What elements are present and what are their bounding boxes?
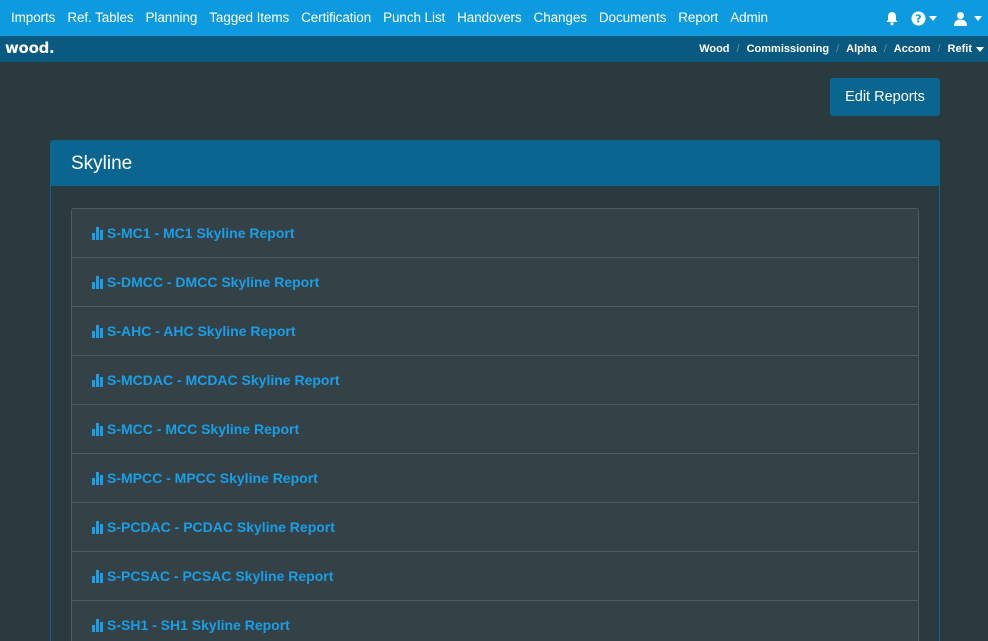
report-list: S-MC1 - MC1 Skyline Report S-DMCC - DMCC…	[71, 208, 919, 641]
breadcrumb-separator: /	[736, 43, 740, 55]
report-link[interactable]: S-PCDAC - PCDAC Skyline Report	[107, 519, 335, 535]
nav-handovers[interactable]: Handovers	[451, 0, 527, 36]
nav-admin[interactable]: Admin	[724, 0, 774, 36]
bar-chart-icon	[92, 422, 104, 436]
report-item-ahc[interactable]: S-AHC - AHC Skyline Report	[72, 307, 918, 356]
nav-documents[interactable]: Documents	[593, 0, 672, 36]
wood-logo: wood.	[5, 39, 55, 57]
skyline-panel: Skyline S-MC1 - MC1 Skyline Report S-DMC…	[50, 140, 940, 641]
bar-chart-icon	[92, 324, 104, 338]
breadcrumb-separator: /	[836, 43, 840, 55]
topnav-right-tools: ?	[873, 0, 982, 36]
breadcrumb: Wood / Commissioning / Alpha / Accom / R…	[699, 36, 984, 62]
bar-chart-icon	[92, 226, 104, 240]
bar-chart-icon	[92, 471, 104, 485]
report-item-mc1[interactable]: S-MC1 - MC1 Skyline Report	[72, 209, 918, 258]
report-link[interactable]: S-MCDAC - MCDAC Skyline Report	[107, 372, 340, 388]
report-item-sh1[interactable]: S-SH1 - SH1 Skyline Report	[72, 601, 918, 641]
nav-report[interactable]: Report	[672, 0, 724, 36]
report-link[interactable]: S-MC1 - MC1 Skyline Report	[107, 225, 294, 241]
chevron-down-icon	[929, 15, 937, 21]
breadcrumb-refit[interactable]: Refit	[948, 43, 972, 55]
nav-planning[interactable]: Planning	[140, 0, 204, 36]
bar-chart-icon	[92, 373, 104, 387]
report-item-mcdac[interactable]: S-MCDAC - MCDAC Skyline Report	[72, 356, 918, 405]
breadcrumb-accom[interactable]: Accom	[894, 43, 931, 55]
breadcrumb-commissioning[interactable]: Commissioning	[747, 43, 830, 55]
report-item-mcc[interactable]: S-MCC - MCC Skyline Report	[72, 405, 918, 454]
report-item-dmcc[interactable]: S-DMCC - DMCC Skyline Report	[72, 258, 918, 307]
chevron-down-icon[interactable]	[976, 46, 984, 52]
report-item-mpcc[interactable]: S-MPCC - MPCC Skyline Report	[72, 454, 918, 503]
breadcrumb-wood[interactable]: Wood	[699, 43, 729, 55]
breadcrumb-separator: /	[883, 43, 887, 55]
report-item-pcsac[interactable]: S-PCSAC - PCSAC Skyline Report	[72, 552, 918, 601]
top-navigation-bar: Imports Ref. Tables Planning Tagged Item…	[0, 0, 988, 36]
report-link[interactable]: S-MCC - MCC Skyline Report	[107, 421, 299, 437]
breadcrumb-separator: /	[937, 43, 941, 55]
svg-text:?: ?	[915, 12, 921, 25]
nav-certification[interactable]: Certification	[295, 0, 377, 36]
user-icon[interactable]	[953, 11, 982, 26]
help-icon[interactable]: ?	[911, 11, 937, 26]
panel-title: Skyline	[71, 152, 133, 174]
report-item-pcdac[interactable]: S-PCDAC - PCDAC Skyline Report	[72, 503, 918, 552]
report-link[interactable]: S-AHC - AHC Skyline Report	[107, 323, 296, 339]
breadcrumb-alpha[interactable]: Alpha	[846, 43, 877, 55]
chevron-down-icon	[974, 15, 982, 21]
report-link[interactable]: S-PCSAC - PCSAC Skyline Report	[107, 568, 333, 584]
report-link[interactable]: S-DMCC - DMCC Skyline Report	[107, 274, 319, 290]
nav-changes[interactable]: Changes	[528, 0, 593, 36]
bar-chart-icon	[92, 520, 104, 534]
main-menu: Imports Ref. Tables Planning Tagged Item…	[0, 0, 774, 36]
report-link[interactable]: S-MPCC - MPCC Skyline Report	[107, 470, 318, 486]
nav-ref-tables[interactable]: Ref. Tables	[61, 0, 139, 36]
bell-icon[interactable]	[885, 11, 899, 26]
nav-punch-list[interactable]: Punch List	[377, 0, 451, 36]
context-bar: wood. Wood / Commissioning / Alpha / Acc…	[0, 36, 988, 62]
nav-imports[interactable]: Imports	[5, 0, 61, 36]
nav-tagged-items[interactable]: Tagged Items	[203, 0, 295, 36]
panel-header: Skyline	[51, 141, 939, 186]
bar-chart-icon	[92, 618, 104, 632]
bar-chart-icon	[92, 569, 104, 583]
report-link[interactable]: S-SH1 - SH1 Skyline Report	[107, 617, 290, 633]
edit-reports-button[interactable]: Edit Reports	[830, 78, 940, 116]
bar-chart-icon	[92, 275, 104, 289]
